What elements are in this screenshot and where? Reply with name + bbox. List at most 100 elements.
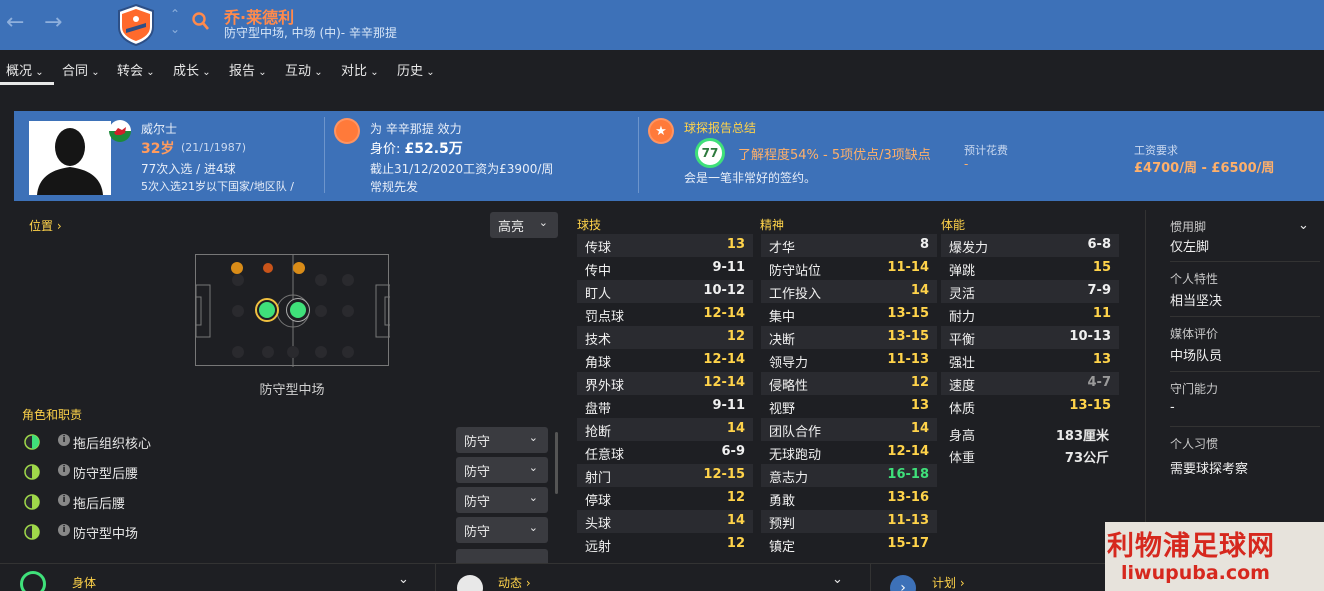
attribute-row: 远射 12 <box>577 533 753 556</box>
attribute-name: 侵略性 <box>769 379 809 394</box>
roles-title: 角色和职责 <box>22 408 83 422</box>
attribute-value: 12 <box>726 536 745 551</box>
divider <box>1170 426 1320 427</box>
attribute-name: 工作投入 <box>769 287 822 302</box>
attribute-row: 角球 12-14 <box>577 349 753 372</box>
player-profile-screen: ← → ⌃ ⌄ 乔·莱德利 防守型中场, 中场 (中)- 辛辛那提 概况 ⌄ 合同… <box>0 0 1324 591</box>
role-suitability-icon <box>24 524 40 540</box>
attribute-name: 任意球 <box>585 448 625 463</box>
attribute-row: 领导力 11-13 <box>761 349 937 372</box>
u21-caps: 5次入选21岁以下国家/地区队 / <box>141 180 294 193</box>
attribute-name: 射门 <box>585 471 612 486</box>
info-icon[interactable]: i <box>58 434 70 446</box>
chevron-down-icon[interactable]: ⌄ <box>398 572 409 587</box>
back-arrow-icon[interactable]: ← <box>6 10 24 35</box>
attribute-row: 停球 12 <box>577 487 753 510</box>
tab-1[interactable]: 合同 ⌄ <box>62 60 100 79</box>
attribute-name: 远射 <box>585 540 612 555</box>
attribute-value: 12-14 <box>703 306 745 321</box>
attribute-name: 领导力 <box>769 356 809 371</box>
tab-4[interactable]: 报告 ⌄ <box>229 60 267 79</box>
tab-5[interactable]: 互动 ⌄ <box>285 60 323 79</box>
attribute-row: 镇定 15-17 <box>761 533 937 556</box>
tab-label: 概况 <box>6 64 33 79</box>
attribute-value: 7-9 <box>1087 283 1112 298</box>
info-icon[interactable]: i <box>58 494 70 506</box>
forward-arrow-icon[interactable]: → <box>44 10 62 35</box>
tab-label: 报告 <box>229 64 256 79</box>
club-label[interactable]: 为 辛辛那提 效力 <box>370 120 462 137</box>
duty-dropdown[interactable]: 防守 ⌄ <box>456 517 548 543</box>
attribute-name: 平衡 <box>949 333 976 348</box>
nationality: 威尔士 <box>141 122 178 136</box>
body-label[interactable]: 身体 <box>72 574 96 591</box>
dynamics-label[interactable]: 动态 › <box>498 574 531 591</box>
chevron-down-icon[interactable]: ⌄ <box>170 22 180 36</box>
role-name: 防守型中场 <box>73 527 139 542</box>
attribute-name: 传中 <box>585 264 612 279</box>
attribute-value: 12 <box>910 375 929 390</box>
attribute-value: 12-15 <box>703 467 745 482</box>
position-dot-unconvincing <box>263 263 273 273</box>
scout-report-title[interactable]: 球探报告总结 <box>684 119 756 136</box>
attribute-row: 罚点球 12-14 <box>577 303 753 326</box>
attribute-name: 团队合作 <box>769 425 822 440</box>
duty-dropdown[interactable]: 防守 ⌄ <box>456 487 548 513</box>
position-dot-natural[interactable] <box>259 302 275 318</box>
plan-label[interactable]: 计划 › <box>932 574 965 591</box>
physical-title: 体能 <box>941 218 966 232</box>
chevron-down-icon: ⌄ <box>143 67 155 78</box>
attribute-value: 13-15 <box>887 329 929 344</box>
position-header[interactable]: 位置 › <box>29 217 62 234</box>
duty-dropdown-partial[interactable] <box>456 549 548 563</box>
attribute-row: 平衡 10-13 <box>941 326 1119 349</box>
attribute-name: 无球跑动 <box>769 448 822 463</box>
chevron-down-icon[interactable]: ⌄ <box>1298 218 1309 233</box>
attribute-value: 10-13 <box>1069 329 1111 344</box>
duty-dropdown[interactable]: 防守 ⌄ <box>456 457 548 483</box>
duty-dropdown[interactable]: 防守 ⌄ <box>456 427 548 453</box>
media-label: 媒体评价 <box>1170 327 1219 341</box>
chevron-down-icon[interactable]: ⌄ <box>832 572 843 587</box>
tab-7[interactable]: 历史 ⌄ <box>397 60 435 79</box>
player-silhouette <box>29 121 111 195</box>
attribute-value: 15-17 <box>887 536 929 551</box>
info-icon[interactable]: i <box>58 524 70 536</box>
attribute-row: 体质 13-15 <box>941 395 1119 418</box>
media-value: 中场队员 <box>1170 349 1223 364</box>
tab-0[interactable]: 概况 ⌄ <box>6 60 44 79</box>
info-icon[interactable]: i <box>58 464 70 476</box>
preferred-foot-value: 仅左脚 <box>1170 240 1210 255</box>
attribute-row: 工作投入 14 <box>761 280 937 303</box>
dynamics-label-text: 动态 <box>498 576 523 590</box>
position-dot-natural[interactable] <box>290 302 306 318</box>
tab-2[interactable]: 转会 ⌄ <box>117 60 155 79</box>
chevron-down-icon: ⌄ <box>88 67 100 78</box>
club-badge-icon <box>334 118 360 144</box>
attribute-name: 界外球 <box>585 379 625 394</box>
attribute-name: 预判 <box>769 517 796 532</box>
attribute-name: 镇定 <box>769 540 796 555</box>
international-caps: 77次入选 / 进4球 <box>141 162 236 176</box>
wales-flag-icon <box>109 120 131 142</box>
tab-6[interactable]: 对比 ⌄ <box>341 60 379 79</box>
attribute-row: 传中 9-11 <box>577 257 753 280</box>
highlight-dropdown[interactable]: 高亮 ⌄ <box>490 212 558 238</box>
attribute-value: 16-18 <box>887 467 929 482</box>
attribute-row: 射门 12-15 <box>577 464 753 487</box>
player-positions: 防守型中场, 中场 (中)- 辛辛那提 <box>224 26 397 40</box>
attribute-row: 无球跑动 12-14 <box>761 441 937 464</box>
chevron-up-icon[interactable]: ⌃ <box>170 7 180 21</box>
attribute-name: 灵活 <box>949 287 976 302</box>
attribute-row: 速度 4-7 <box>941 372 1119 395</box>
date-of-birth: (21/1/1987) <box>181 141 246 154</box>
roles-scrollbar[interactable] <box>555 432 558 494</box>
personality-label: 个人特性 <box>1170 272 1219 286</box>
divider <box>435 564 436 591</box>
attribute-name: 速度 <box>949 379 976 394</box>
tab-3[interactable]: 成长 ⌄ <box>173 60 211 79</box>
search-icon[interactable] <box>192 10 210 32</box>
knowledge-level: 了解程度54% - 5项优点/3项缺点 <box>738 148 931 163</box>
attribute-value: 6-8 <box>1087 237 1112 252</box>
attribute-name: 抢断 <box>585 425 612 440</box>
